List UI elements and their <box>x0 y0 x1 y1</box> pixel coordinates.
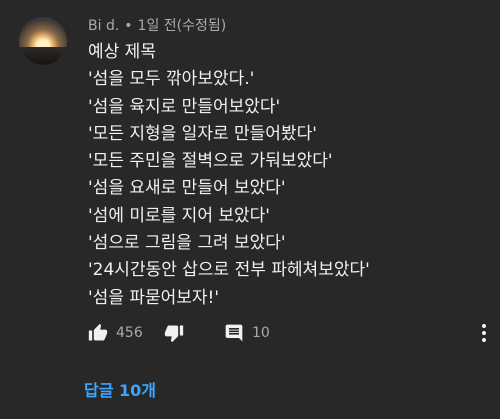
more-vertical-icon <box>476 324 492 348</box>
avatar-horizon <box>19 47 67 65</box>
comment-line: '24시간동안 삽으로 전부 파헤쳐보았다' <box>88 260 370 281</box>
comment-actions: 456 10 <box>88 319 270 347</box>
comment-line: '섬을 요새로 만들어 보았다' <box>88 178 286 199</box>
thumbs-up-icon <box>88 323 108 343</box>
comment-line: '섬으로 그림을 그려 보았다' <box>88 233 286 254</box>
thumbs-down-icon <box>164 323 184 343</box>
avatar[interactable] <box>19 17 67 65</box>
comment-line: 예상 제목 <box>88 42 156 62</box>
comment-line: '섬에 미로를 지어 보았다' <box>88 205 270 226</box>
comment-line: '섬을 파묻어보자!' <box>88 287 220 308</box>
comment-time[interactable]: 1일 전(수정됨) <box>138 18 227 34</box>
author-name[interactable]: Bi d. <box>88 18 119 34</box>
view-replies-link[interactable]: 답글 10개 <box>84 377 156 401</box>
reply-button[interactable]: 10 <box>224 323 270 343</box>
more-options-button[interactable] <box>476 322 492 348</box>
reply-count: 10 <box>252 325 270 341</box>
comment-body: 예상 제목 '섬을 모두 깎아보았다.' '섬을 육지로 만들어보았다' '모든… <box>88 39 488 312</box>
like-count: 456 <box>116 325 143 341</box>
comment-line: '모든 지형을 일자로 만들어봤다' <box>88 123 317 144</box>
comment-line: '모든 주민을 절벽으로 가둬보았다' <box>88 151 333 172</box>
comment-header: Bi d. • 1일 전(수정됨) <box>88 15 226 35</box>
comment-line: '섬을 육지로 만들어보았다' <box>88 96 281 117</box>
header-separator: • <box>124 18 133 34</box>
comment-icon <box>224 323 244 343</box>
like-button[interactable]: 456 <box>88 323 164 343</box>
comment-line: '섬을 모두 깎아보았다.' <box>88 69 255 90</box>
dislike-button[interactable] <box>164 323 224 343</box>
